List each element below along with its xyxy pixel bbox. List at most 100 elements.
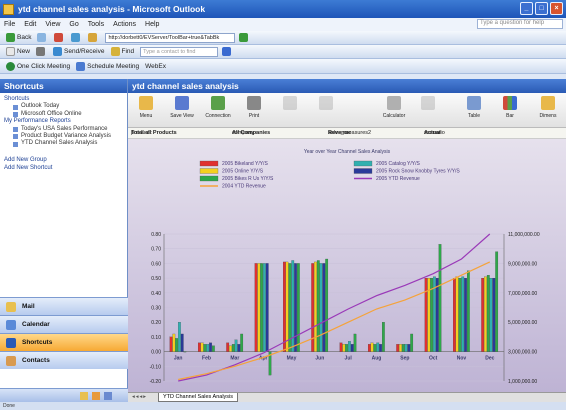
- bar: [382, 322, 385, 352]
- bar: [260, 263, 263, 352]
- company-filter[interactable]: company : All Companies: [232, 128, 270, 139]
- bar: [211, 345, 215, 352]
- forward-button[interactable]: [37, 33, 48, 42]
- add-new-group-link[interactable]: Add New Group: [4, 156, 123, 164]
- close-button[interactable]: ×: [550, 2, 563, 15]
- tab-scroll-arrows[interactable]: ◂◂◂▸: [132, 394, 147, 400]
- legend-swatch: [199, 175, 219, 182]
- measure-filter[interactable]: sales_measures2 : Revenue: [328, 128, 371, 147]
- bar: [492, 278, 496, 352]
- bar: [206, 344, 210, 352]
- shortcut-outlook-today[interactable]: Outlook Today: [4, 103, 123, 110]
- schedule-meeting-button[interactable]: Schedule Meeting: [76, 61, 139, 71]
- report-title: ytd channel sales analysis: [128, 79, 566, 93]
- filter-label: product :: [131, 130, 153, 136]
- shortcut-usa-sales[interactable]: Today's USA Sales Performance: [4, 126, 123, 133]
- sales-chart: Year over Year Channel Sales Analysis 200…: [150, 149, 540, 385]
- stop-button[interactable]: [54, 33, 65, 42]
- nav-label: Mail: [22, 303, 35, 310]
- shortcuts-group[interactable]: Shortcuts: [4, 96, 123, 103]
- window-titlebar: ytd channel sales analysis - Microsoft O…: [0, 0, 566, 18]
- connection-button[interactable]: Connection: [202, 96, 234, 119]
- x-tick-label: Jun: [315, 356, 324, 362]
- folder-small-icon[interactable]: [92, 392, 100, 400]
- add-new-shortcut-link[interactable]: Add New Shortcut: [4, 164, 123, 172]
- shortcut-ytd-channel[interactable]: YTD Channel Sales Analysis: [4, 140, 123, 147]
- bar: [467, 270, 470, 352]
- y-tick-label: 0.60: [151, 261, 161, 267]
- legend-label: 2005 Bikeland Y/Y/S: [222, 161, 268, 167]
- configure-buttons-icon[interactable]: [104, 392, 112, 400]
- legend-swatch: [199, 168, 219, 174]
- bar: [203, 344, 207, 352]
- sheet-tab-ytd[interactable]: YTD Channel Sales Analysis: [158, 393, 239, 402]
- dimension-icon: [541, 96, 555, 110]
- contacts-icon: [6, 356, 16, 366]
- nav-label: Contacts: [22, 357, 50, 364]
- mail-small-icon[interactable]: [80, 392, 88, 400]
- bar: [399, 344, 402, 352]
- shortcut-budget-variance[interactable]: Product Budget Variance Analysis: [4, 133, 123, 140]
- refresh-button[interactable]: [71, 33, 82, 42]
- go-button[interactable]: [239, 33, 250, 42]
- menu-tools[interactable]: Tools: [88, 21, 104, 28]
- performance-reports-group[interactable]: My Performance Reports: [4, 118, 123, 125]
- home-button[interactable]: [88, 33, 99, 42]
- one-click-meeting-button[interactable]: One Click Meeting: [6, 61, 70, 71]
- address-field[interactable]: http://dorbett0/EVServer/ToolBar+true&Ta…: [105, 32, 236, 43]
- bar: [226, 342, 230, 352]
- find-button[interactable]: Find: [110, 47, 134, 56]
- menu-actions[interactable]: Actions: [113, 21, 136, 28]
- menu-edit[interactable]: Edit: [24, 21, 36, 28]
- minimize-button[interactable]: _: [520, 2, 533, 15]
- bar: [209, 342, 212, 352]
- bar: [379, 344, 382, 352]
- help-toolbar-button[interactable]: [222, 47, 233, 56]
- help-search-input[interactable]: Type a question for help: [477, 19, 563, 29]
- nav-mail-button[interactable]: Mail: [0, 297, 128, 315]
- dimension-button[interactable]: Dimens: [532, 96, 564, 119]
- x-tick-label: Sep: [400, 356, 409, 362]
- webex-button[interactable]: WebEx: [145, 63, 166, 70]
- x-tick-label: Aug: [372, 356, 382, 362]
- bar-chart-button[interactable]: Bar: [494, 96, 526, 119]
- ribbon-label: Calculator: [382, 113, 406, 119]
- y-tick-label: 0.70: [151, 247, 161, 253]
- y2-tick-label: 9,000,000.00: [508, 261, 537, 267]
- calculator-button[interactable]: Calculator: [378, 96, 410, 119]
- shortcut-office-online[interactable]: Microsoft Office Online: [4, 111, 123, 118]
- bar: [257, 263, 261, 352]
- menu-file[interactable]: File: [4, 21, 15, 28]
- menu-button[interactable]: Menu: [130, 96, 162, 119]
- menu-view[interactable]: View: [45, 21, 60, 28]
- x-tick-label: Oct: [429, 356, 438, 362]
- bar: [263, 263, 266, 352]
- report-view: ytd channel sales analysis Menu Save Vie…: [128, 79, 566, 402]
- save-view-button[interactable]: Save View: [166, 96, 198, 119]
- menu-go[interactable]: Go: [69, 21, 78, 28]
- send-receive-button[interactable]: Send/Receive: [53, 47, 105, 56]
- bar: [424, 278, 428, 352]
- nav-contacts-button[interactable]: Contacts: [0, 351, 128, 369]
- x-tick-label: Jan: [174, 356, 183, 362]
- new-button[interactable]: New: [6, 47, 30, 56]
- nav-calendar-button[interactable]: Calendar: [0, 315, 128, 333]
- ribbon-label: Print: [248, 113, 260, 119]
- y-tick-label: 0.40: [151, 291, 161, 297]
- bar: [342, 344, 346, 352]
- back-button[interactable]: Back: [6, 33, 31, 42]
- scenario-filter[interactable]: scenario : Actual: [424, 128, 445, 147]
- bar: [172, 333, 176, 352]
- print-toolbar-button[interactable]: [36, 47, 47, 56]
- product-filter[interactable]: product : Total all Products: [131, 128, 177, 139]
- status-bar: Done: [0, 402, 566, 410]
- maximize-button[interactable]: □: [535, 2, 548, 15]
- table-button[interactable]: Table: [458, 96, 490, 119]
- bar: [316, 260, 320, 352]
- menu-help[interactable]: Help: [145, 21, 159, 28]
- bar: [339, 342, 343, 352]
- shortcut-label: YTD Channel Sales Analysis: [21, 140, 98, 147]
- contact-search-input[interactable]: Type a contact to find: [140, 46, 219, 57]
- print-button[interactable]: Print: [238, 96, 270, 119]
- nav-shortcuts-button[interactable]: Shortcuts: [0, 333, 128, 351]
